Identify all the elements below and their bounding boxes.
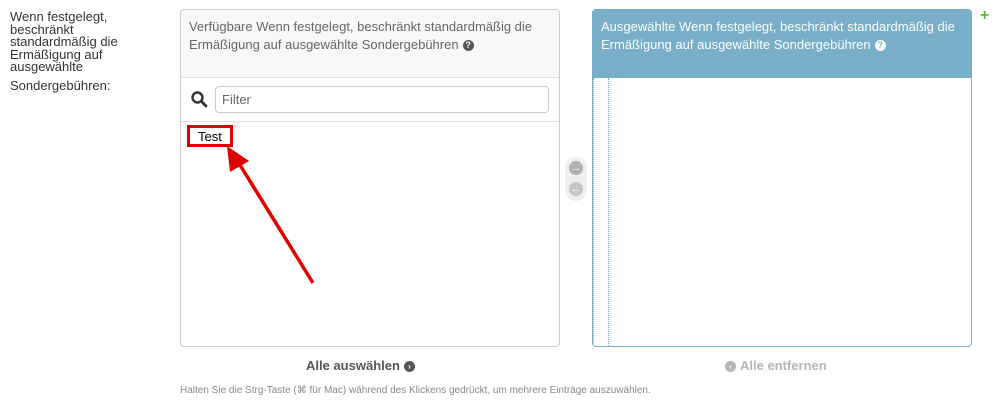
field-label-line-5: ausgewählte — [10, 59, 83, 74]
list-item-test[interactable]: Test — [187, 125, 233, 147]
chosen-list[interactable] — [593, 78, 971, 346]
chevron-left-icon: ‹ — [725, 361, 736, 373]
available-title: Verfügbare Wenn festgelegt, beschränkt s… — [189, 19, 533, 52]
remove-arrow-button[interactable]: ← — [569, 182, 583, 196]
remove-all-label: Alle entfernen — [740, 358, 827, 373]
select-all-label: Alle auswählen — [306, 358, 400, 373]
help-icon[interactable]: ? — [874, 39, 886, 51]
help-text: Halten Sie die Strg-Taste (⌘ für Mac) wä… — [180, 385, 651, 396]
chosen-title: Ausgewählte Wenn festgelegt, beschränkt … — [601, 19, 955, 52]
chevron-right-icon: › — [403, 361, 415, 373]
field-label: Wenn festgelegt, beschränkt standardmäßi… — [10, 10, 160, 93]
focus-outline — [593, 78, 609, 346]
chosen-header: Ausgewählte Wenn festgelegt, beschränkt … — [593, 10, 971, 78]
search-icon — [191, 91, 208, 108]
help-icon[interactable]: ? — [462, 39, 474, 51]
select-all-link[interactable]: Alle auswählen › — [306, 358, 415, 374]
filter-row — [181, 78, 559, 122]
available-list[interactable]: Test — [181, 122, 559, 346]
filter-input[interactable] — [215, 86, 549, 113]
chosen-box: Ausgewählte Wenn festgelegt, beschränkt … — [592, 9, 972, 347]
selector-chooser: → ← — [565, 157, 587, 201]
add-related-button[interactable]: + — [980, 8, 989, 24]
add-arrow-button[interactable]: → — [569, 161, 583, 175]
remove-all-link[interactable]: ‹ Alle entfernen — [725, 358, 827, 374]
available-box: Verfügbare Wenn festgelegt, beschränkt s… — [180, 9, 560, 347]
available-header: Verfügbare Wenn festgelegt, beschränkt s… — [181, 10, 559, 78]
field-label-line-6: Sondergebühren: — [10, 77, 111, 93]
